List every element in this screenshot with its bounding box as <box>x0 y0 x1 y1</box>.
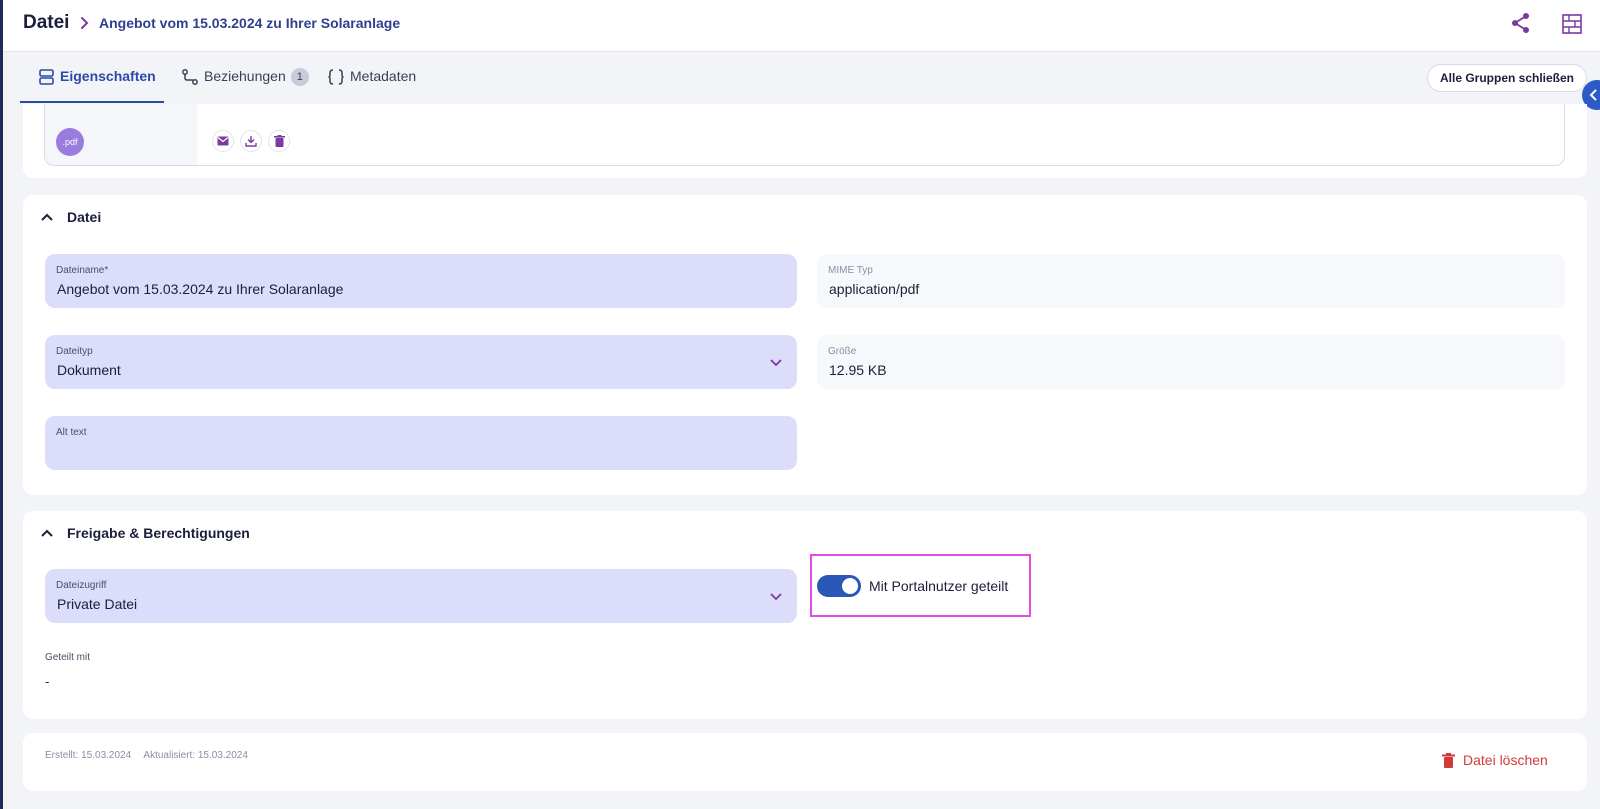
tab-label: Metadaten <box>350 68 417 84</box>
grid-view-icon[interactable] <box>1561 13 1583 35</box>
toggle-label: Mit Portalnutzer geteilt <box>869 577 1009 594</box>
breadcrumb[interactable]: Angebot vom 15.03.2024 zu Ihrer Solaranl… <box>99 15 400 31</box>
created-date: Erstellt: 15.03.2024 <box>45 750 132 761</box>
section-title: Freigabe & Berechtigungen <box>67 525 250 541</box>
braces-icon <box>328 69 344 85</box>
tab-label: Eigenschaften <box>60 68 156 84</box>
tab-label: Beziehungen <box>204 68 286 84</box>
top-header: Datei Angebot vom 15.03.2024 zu Ihrer So… <box>3 0 1600 52</box>
portal-share-toggle[interactable] <box>817 574 861 597</box>
file-section-header[interactable]: Datei <box>41 209 101 225</box>
tab-beziehungen[interactable]: Beziehungen 1 <box>182 68 309 104</box>
field-value: Angebot vom 15.03.2024 zu Ihrer Solaranl… <box>57 281 344 297</box>
field-value: Private Datei <box>57 596 138 612</box>
filename-field[interactable]: Dateiname* Angebot vom 15.03.2024 zu Ihr… <box>45 254 797 308</box>
window-edge <box>0 0 3 809</box>
footer-card <box>23 733 1587 791</box>
field-label: Dateityp <box>56 346 93 357</box>
field-label: MIME Typ <box>828 265 873 276</box>
shared-with-value: - <box>45 674 50 689</box>
file-access-select[interactable]: Dateizugriff Private Datei <box>45 569 797 623</box>
tab-metadaten[interactable]: Metadaten <box>328 68 416 104</box>
trash-icon <box>273 135 285 147</box>
page-title: Datei <box>23 12 70 33</box>
shared-with-label: Geteilt mit <box>45 652 91 663</box>
delete-label: Datei löschen <box>1463 752 1548 768</box>
timestamps: Erstellt: 15.03.2024 Aktualisiert: 15.03… <box>45 750 258 761</box>
field-label: Alt text <box>56 427 87 438</box>
trash-icon <box>1442 752 1455 768</box>
portal-share-toggle-highlight: Mit Portalnutzer geteilt <box>810 554 1031 617</box>
file-preview-box: .pdf <box>44 104 1565 166</box>
filetype-select[interactable]: Dateityp Dokument <box>45 335 797 389</box>
share-icon[interactable] <box>1510 12 1532 34</box>
mail-icon <box>217 136 229 146</box>
sharing-section-header[interactable]: Freigabe & Berechtigungen <box>41 525 250 541</box>
list-icon <box>39 69 54 85</box>
field-label: Dateiname* <box>56 265 109 276</box>
field-value: 12.95 KB <box>829 362 887 378</box>
field-value: application/pdf <box>829 281 920 297</box>
field-label: Größe <box>828 346 857 357</box>
count-badge: 1 <box>290 68 309 86</box>
delete-file-button[interactable] <box>268 130 290 152</box>
updated-date: Aktualisiert: 15.03.2024 <box>143 750 248 761</box>
chevron-up-icon <box>41 529 53 537</box>
chevron-up-icon <box>41 213 53 221</box>
alt-text-field[interactable]: Alt text <box>45 416 797 470</box>
file-size-field: Größe 12.95 KB <box>817 335 1565 389</box>
email-button[interactable] <box>212 130 234 152</box>
section-title: Datei <box>67 209 102 225</box>
relations-icon <box>182 69 198 85</box>
chevron-down-icon <box>770 593 782 601</box>
tab-bar: Eigenschaften Beziehungen 1 Metadaten <box>3 52 1600 104</box>
pdf-file-icon: .pdf <box>56 128 84 156</box>
file-preview-card: .pdf <box>23 104 1587 178</box>
download-icon <box>245 136 257 147</box>
download-button[interactable] <box>240 130 262 152</box>
mime-type-field: MIME Typ application/pdf <box>817 254 1565 308</box>
collapse-all-groups-button[interactable]: Alle Gruppen schließen <box>1427 64 1587 92</box>
chevron-right-icon <box>81 17 89 29</box>
file-thumbnail: .pdf <box>45 104 197 165</box>
field-label: Dateizugriff <box>56 580 107 591</box>
delete-file-link[interactable]: Datei löschen <box>1442 752 1548 768</box>
field-value: Dokument <box>57 362 121 378</box>
toggle-knob <box>842 577 858 594</box>
tab-eigenschaften[interactable]: Eigenschaften <box>39 68 156 104</box>
chevron-down-icon <box>770 359 782 367</box>
active-tab-indicator <box>20 101 164 103</box>
